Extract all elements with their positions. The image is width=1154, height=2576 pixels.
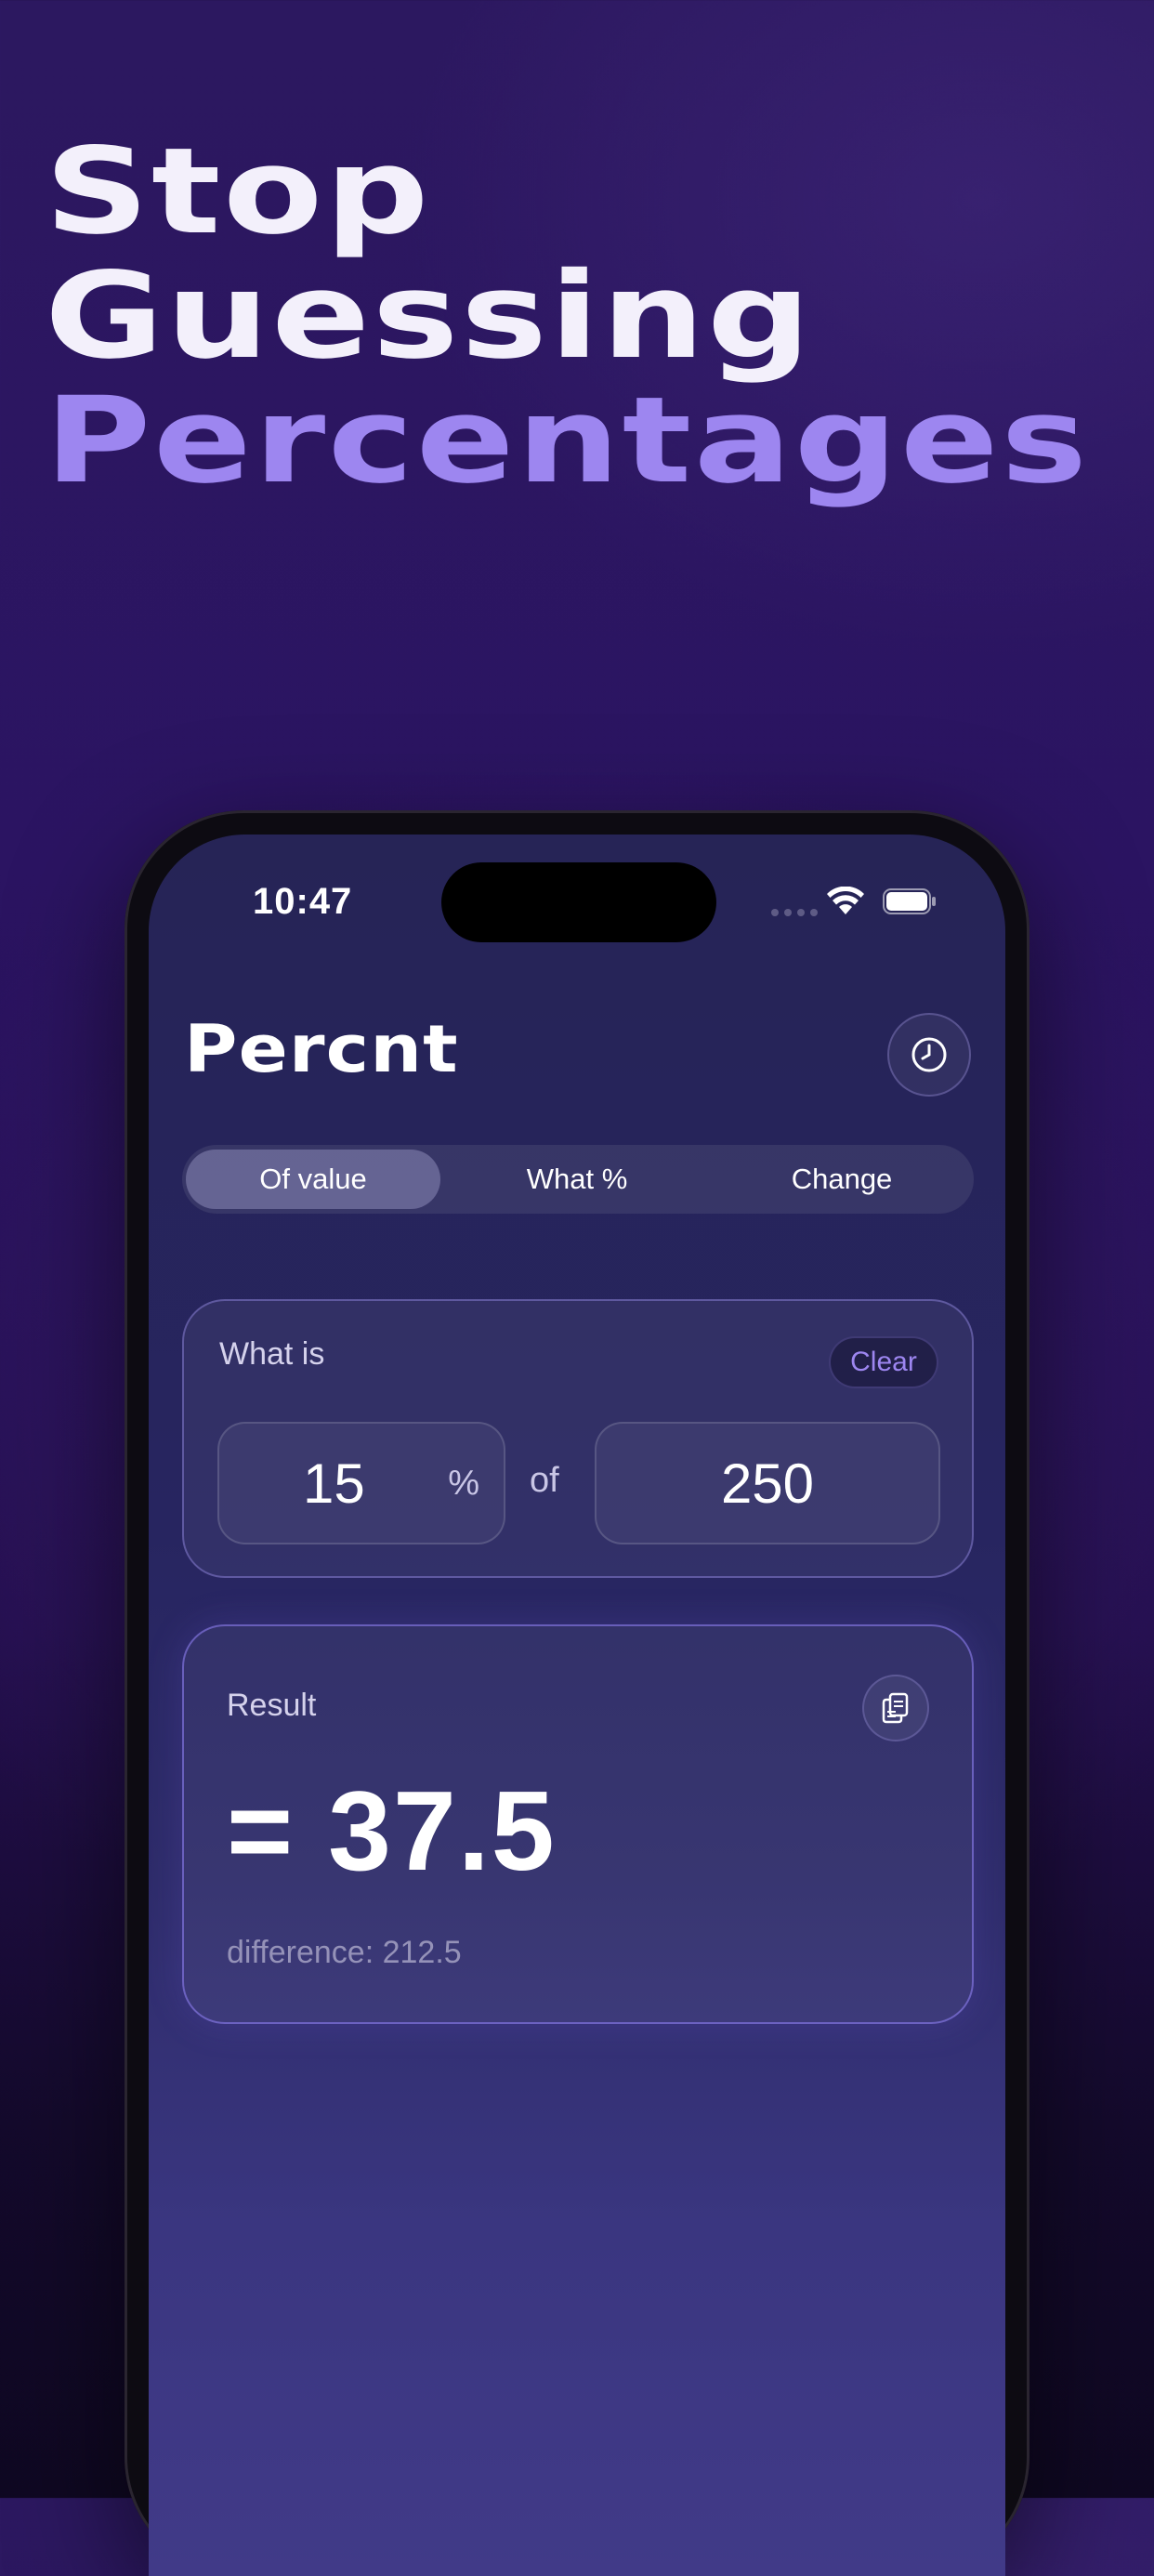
history-button[interactable] xyxy=(887,1013,971,1097)
dynamic-island xyxy=(441,862,716,942)
difference-text: difference: 212.5 xyxy=(227,1935,462,1970)
headline: Stop Guessing Percentages xyxy=(45,130,1090,504)
result-value: = 37.5 xyxy=(227,1768,557,1894)
percent-input[interactable]: 15 % xyxy=(217,1422,505,1544)
tab-of-value[interactable]: Of value xyxy=(186,1150,440,1209)
copy-icon xyxy=(882,1692,909,1724)
copy-button[interactable] xyxy=(862,1675,929,1741)
result-label: Result xyxy=(227,1688,317,1723)
clear-button[interactable]: Clear xyxy=(829,1336,938,1388)
percent-sign: % xyxy=(448,1463,479,1503)
input-card: What is Clear 15 % of 250 xyxy=(182,1299,974,1578)
phone-screen: 10:47 Percnt Of value What % Change What… xyxy=(149,835,1005,2576)
result-card: Result = 37.5 difference: 212.5 xyxy=(182,1624,974,2024)
of-label: of xyxy=(530,1461,559,1500)
base-value-input-value: 250 xyxy=(720,1452,815,1515)
percent-input-value: 15 xyxy=(303,1452,365,1515)
mode-tabs: Of value What % Change xyxy=(182,1145,974,1214)
status-time: 10:47 xyxy=(253,881,353,922)
battery-icon xyxy=(883,888,936,914)
wifi-icon xyxy=(827,887,864,914)
tab-what-percent[interactable]: What % xyxy=(440,1150,714,1209)
phone-frame: 10:47 Percnt Of value What % Change What… xyxy=(125,810,1029,2576)
input-card-label: What is xyxy=(219,1336,325,1372)
cellular-signal-icon xyxy=(771,909,818,916)
clock-icon xyxy=(911,1037,947,1072)
headline-line-1: Stop xyxy=(45,123,431,261)
headline-line-2: Guessing xyxy=(45,247,814,386)
tab-change[interactable]: Change xyxy=(714,1150,970,1209)
base-value-input[interactable]: 250 xyxy=(595,1422,940,1544)
app-title: Percnt xyxy=(184,1011,459,1087)
headline-line-3: Percentages xyxy=(45,372,1090,510)
